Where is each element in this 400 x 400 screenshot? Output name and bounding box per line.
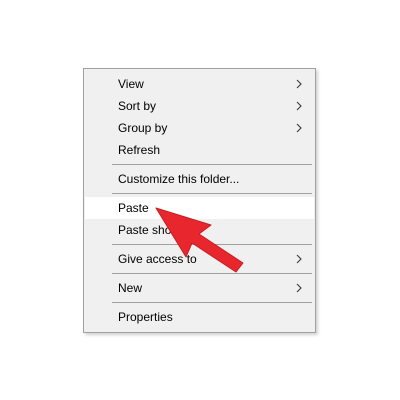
menu-item-refresh[interactable]: Refresh	[85, 139, 314, 161]
menu-item-group-by[interactable]: Group by	[85, 117, 314, 139]
chevron-right-icon	[296, 283, 302, 293]
menu-item-label: Properties	[118, 310, 173, 324]
menu-item-new[interactable]: New	[85, 277, 314, 299]
menu-item-label: Give access to	[118, 252, 197, 266]
menu-separator	[112, 302, 312, 303]
menu-item-customize-folder[interactable]: Customize this folder...	[85, 168, 314, 190]
menu-item-label: View	[118, 77, 144, 91]
menu-item-label: Customize this folder...	[118, 172, 240, 186]
menu-item-sort-by[interactable]: Sort by	[85, 95, 314, 117]
chevron-right-icon	[296, 79, 302, 89]
menu-item-view[interactable]: View	[85, 73, 314, 95]
chevron-right-icon	[296, 254, 302, 264]
menu-separator	[112, 273, 312, 274]
screenshot-canvas: View Sort by Group by Refresh Customize …	[0, 0, 400, 400]
menu-item-give-access[interactable]: Give access to	[85, 248, 314, 270]
chevron-right-icon	[296, 123, 302, 133]
context-menu: View Sort by Group by Refresh Customize …	[83, 68, 316, 333]
menu-item-label: Group by	[118, 121, 168, 135]
menu-item-label: Paste shortcut	[118, 223, 195, 237]
chevron-right-icon	[296, 101, 302, 111]
menu-item-label: Paste	[118, 201, 149, 215]
menu-item-paste-shortcut[interactable]: Paste shortcut	[85, 219, 314, 241]
menu-item-label: Refresh	[118, 143, 161, 157]
menu-item-label: Sort by	[118, 99, 157, 113]
menu-item-paste[interactable]: Paste	[85, 197, 314, 219]
menu-separator	[112, 193, 312, 194]
menu-item-label: New	[118, 281, 143, 295]
menu-separator	[112, 244, 312, 245]
menu-separator	[112, 164, 312, 165]
menu-item-properties[interactable]: Properties	[85, 306, 314, 328]
